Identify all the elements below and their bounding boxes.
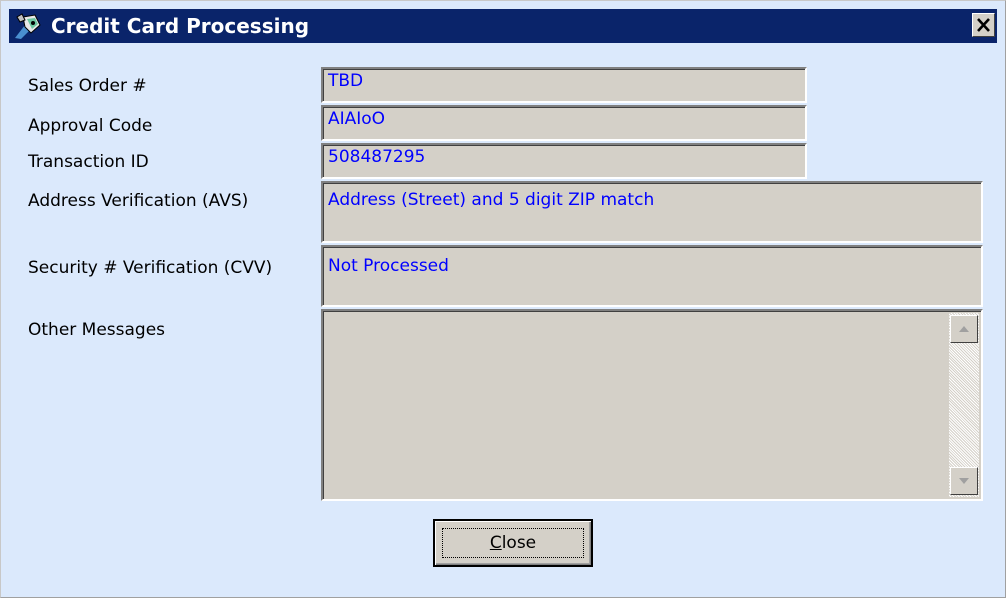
approval-code-field[interactable]: AIAIoO xyxy=(321,105,807,141)
scroll-up-arrow-icon xyxy=(959,326,969,332)
approval-code-label: Approval Code xyxy=(28,116,153,136)
credit-card-app-icon xyxy=(13,11,43,41)
credit-card-processing-dialog: Credit Card Processing Sales Order # TBD… xyxy=(0,0,1006,598)
close-button-label: Close xyxy=(435,533,591,553)
window-close-button[interactable] xyxy=(972,13,995,37)
transaction-id-field[interactable]: 508487295 xyxy=(321,143,807,179)
close-label-rest: lose xyxy=(501,533,537,553)
close-icon xyxy=(977,18,990,32)
other-messages-label: Other Messages xyxy=(28,320,166,340)
other-messages-textarea[interactable] xyxy=(321,309,983,501)
other-messages-scrollbar[interactable] xyxy=(949,313,979,497)
close-mnemonic: C xyxy=(489,533,502,553)
cvv-field[interactable]: Not Processed xyxy=(321,245,983,307)
scroll-up-button[interactable] xyxy=(950,315,978,343)
sales-order-field[interactable]: TBD xyxy=(321,67,807,103)
window-title: Credit Card Processing xyxy=(51,14,310,38)
close-button[interactable]: Close xyxy=(433,519,593,567)
transaction-id-label: Transaction ID xyxy=(28,152,149,172)
cvv-label: Security # Verification (CVV) xyxy=(28,258,273,278)
avs-field[interactable]: Address (Street) and 5 digit ZIP match xyxy=(321,181,983,243)
scroll-down-arrow-icon xyxy=(959,478,969,484)
title-bar[interactable]: Credit Card Processing xyxy=(9,9,997,43)
avs-label: Address Verification (AVS) xyxy=(28,191,249,211)
scroll-down-button[interactable] xyxy=(950,467,978,495)
sales-order-label: Sales Order # xyxy=(28,76,147,96)
